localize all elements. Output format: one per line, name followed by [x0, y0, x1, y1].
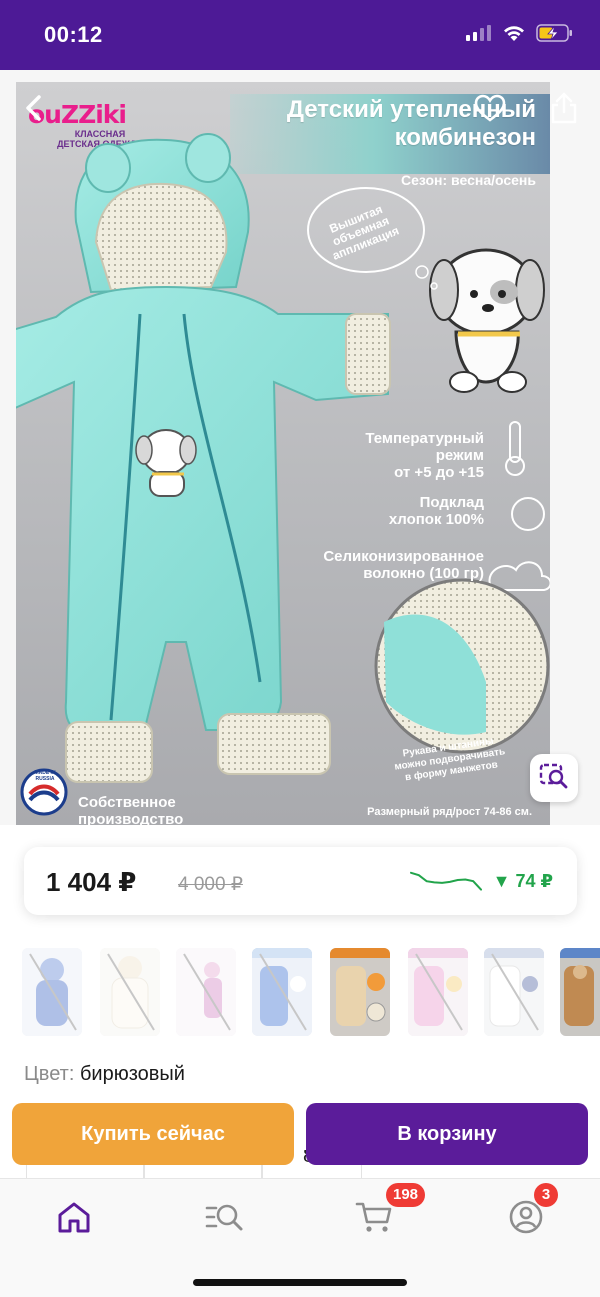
price-card[interactable]: 1 404 ₽ 4 000 ₽ ▼ 74 ₽: [24, 847, 577, 915]
share-icon: [550, 91, 578, 130]
buy-now-button[interactable]: Купить сейчас: [12, 1103, 294, 1165]
nav-home[interactable]: [52, 1197, 96, 1241]
price-trend-line: [410, 871, 482, 891]
thumb-blue-photo[interactable]: [22, 948, 82, 1036]
thumb-brown-poster[interactable]: [560, 948, 600, 1036]
old-price: 4 000 ₽: [178, 874, 243, 895]
product-image-gallery[interactable]: ouZZiki КЛАССНАЯ ДЕТСКАЯ ОДЕЖДА Детский …: [0, 70, 600, 825]
share-button[interactable]: [544, 90, 584, 130]
image-search-button[interactable]: [530, 754, 578, 802]
home-indicator: [193, 1279, 407, 1286]
shopping-cart-icon: [355, 1200, 393, 1239]
home-icon: [56, 1200, 92, 1239]
thumb-white-poster[interactable]: [484, 948, 544, 1036]
thumb-beige-poster[interactable]: [330, 948, 390, 1036]
price-drop: ▼ 74 ₽: [492, 871, 553, 891]
thumb-blue-poster[interactable]: [252, 948, 312, 1036]
chevron-left-icon: [23, 94, 45, 127]
status-bar: 00:12: [0, 0, 600, 70]
color-value: бирюзовый: [79, 1063, 185, 1085]
current-price: 1 404 ₽: [46, 867, 137, 897]
selected-color: Цвет: бирюзовый: [24, 1063, 185, 1086]
battery-charging-icon: [536, 24, 574, 47]
product-poster: ouZZiki КЛАССНАЯ ДЕТСКАЯ ОДЕЖДА Детский …: [16, 82, 550, 825]
heart-icon: [473, 93, 507, 128]
poster-size-range: Размерный ряд/рост 74-86 см.: [367, 806, 532, 818]
status-icons: [466, 24, 574, 47]
color-label: Цвет:: [24, 1063, 75, 1085]
nav-catalog-search[interactable]: [202, 1197, 246, 1241]
nav-profile[interactable]: 3: [504, 1183, 558, 1241]
thumb-pink-poster[interactable]: [408, 948, 468, 1036]
app-root: 00:12 ouZZiki КЛАССНАЯ ДЕТСКАЯ ОДЕЖДА Де…: [0, 0, 600, 1297]
poster-lining: Подклад хлопок 100%: [388, 494, 484, 528]
made-in-russia-badge: MADE IN RUSSIA: [34, 770, 56, 782]
cellular-signal-icon: [466, 25, 492, 46]
add-to-cart-button[interactable]: В корзину: [306, 1103, 588, 1165]
nav-cart[interactable]: 198: [352, 1183, 426, 1241]
color-variants: [0, 948, 600, 1040]
thumb-white-photo[interactable]: [100, 948, 160, 1036]
cart-count-badge: 198: [386, 1183, 426, 1207]
poster-fiber: Селиконизированное волокно (100 гр): [323, 548, 484, 582]
poster-temperature: Температурный режим от +5 до +15: [365, 430, 484, 481]
status-time: 00:12: [44, 22, 103, 47]
poster-production: Собственное производство: [78, 794, 184, 825]
profile-notification-badge: 3: [534, 1183, 558, 1207]
price-trend-chart: [410, 871, 482, 891]
back-button[interactable]: [14, 90, 54, 130]
image-search-icon: [539, 762, 569, 795]
catalog-search-icon: [204, 1200, 244, 1239]
thumb-pink-photo[interactable]: [176, 948, 236, 1036]
favorite-button[interactable]: [470, 90, 510, 130]
wifi-icon: [502, 24, 526, 47]
